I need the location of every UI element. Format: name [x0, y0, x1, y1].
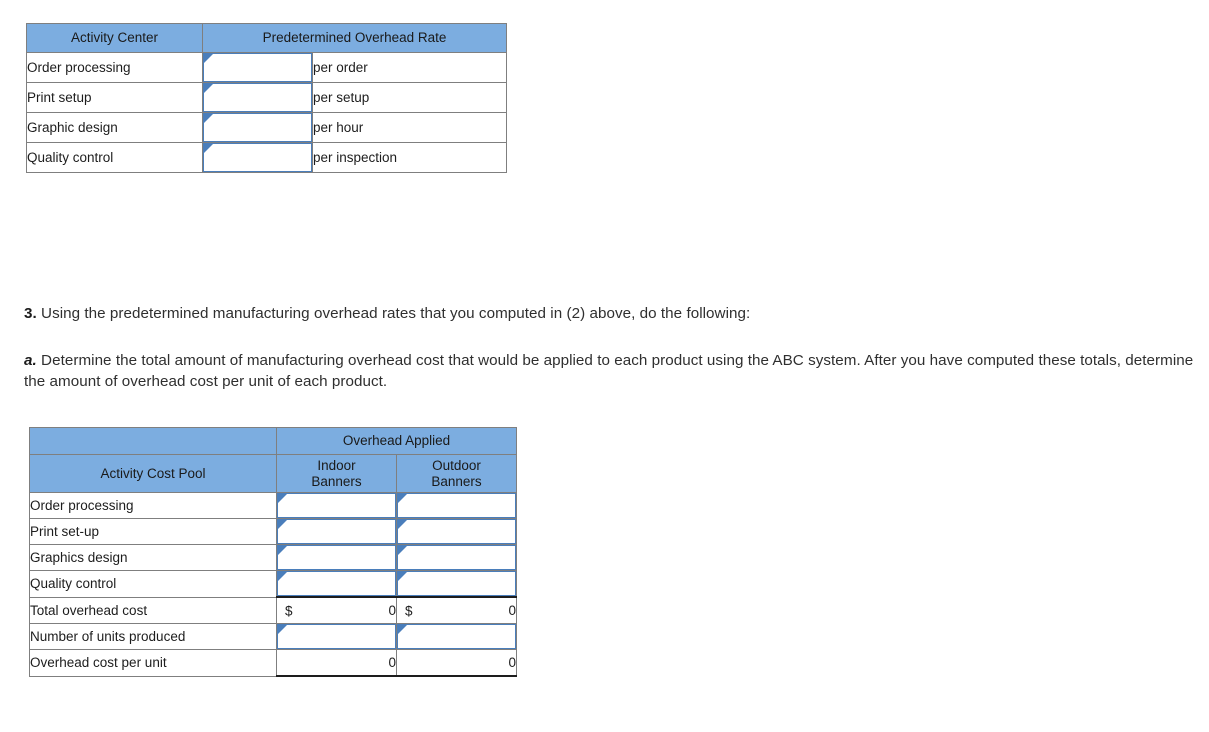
table-header-row: Activity Cost Pool Indoor Banners Outdoo… [29, 454, 518, 493]
table-row: Quality control per inspection [26, 142, 508, 173]
table-row: Print set-up [29, 518, 518, 545]
header-corner-blank [29, 427, 277, 455]
question-a-text: Determine the total amount of manufactur… [24, 352, 1194, 390]
outdoor-input-cell-order-processing[interactable] [395, 492, 518, 519]
header-outdoor-banners: Outdoor Banners [395, 454, 518, 493]
table-row-total: Total overhead cost $0 $0 [29, 596, 518, 624]
rate-unit-label: per order [311, 52, 508, 83]
header-outdoor-line2: Banners [431, 473, 482, 489]
activity-center-label: Quality control [26, 142, 203, 173]
outdoor-input-cell-print-set-up[interactable] [395, 518, 518, 545]
rate-input-order-processing[interactable] [203, 53, 312, 82]
header-activity-cost-pool: Activity Cost Pool [29, 454, 277, 493]
question-a-paragraph: a. Determine the total amount of manufac… [24, 350, 1204, 392]
header-indoor-line1: Indoor [317, 458, 356, 474]
total-overhead-cost-label: Total overhead cost [29, 596, 277, 624]
table-row: Print setup per setup [26, 82, 508, 113]
indoor-overhead-cost-per-unit: 0 [276, 649, 397, 677]
outdoor-input-cell-units-produced[interactable] [395, 623, 518, 650]
indoor-input-units-produced[interactable] [277, 624, 396, 649]
outdoor-input-units-produced[interactable] [397, 624, 517, 649]
indoor-input-order-processing[interactable] [277, 493, 396, 518]
indoor-input-cell-quality-control[interactable] [276, 570, 397, 598]
table-row: Order processing per order [26, 52, 508, 83]
rate-input-cell-print-setup[interactable] [202, 82, 313, 113]
rate-unit-label: per inspection [311, 142, 508, 173]
rate-input-cell-graphic-design[interactable] [202, 112, 313, 143]
table-row: Number of units produced [29, 623, 518, 650]
cost-pool-label: Order processing [29, 492, 277, 519]
outdoor-input-cell-graphics-design[interactable] [395, 544, 518, 571]
indoor-input-cell-order-processing[interactable] [276, 492, 397, 519]
rate-input-cell-quality-control[interactable] [202, 142, 313, 173]
indoor-total-value: 0 [388, 603, 396, 618]
header-predetermined-overhead-rate: Predetermined Overhead Rate [201, 23, 508, 53]
outdoor-total-overhead-cost: $0 [395, 596, 518, 624]
question-3-paragraph: 3. Using the predetermined manufacturing… [24, 303, 1204, 324]
cost-pool-label: Graphics design [29, 544, 277, 571]
header-overhead-applied: Overhead Applied [275, 427, 518, 455]
outdoor-input-order-processing[interactable] [397, 493, 517, 518]
units-produced-label: Number of units produced [29, 623, 277, 650]
indoor-input-cell-graphics-design[interactable] [276, 544, 397, 571]
rate-unit-label: per setup [311, 82, 508, 113]
header-outdoor-line1: Outdoor [432, 458, 481, 474]
indoor-input-cell-units-produced[interactable] [276, 623, 397, 650]
rate-input-quality-control[interactable] [203, 143, 312, 172]
outdoor-total-value: 0 [508, 603, 517, 618]
indoor-input-print-set-up[interactable] [277, 519, 396, 544]
outdoor-input-cell-quality-control[interactable] [395, 570, 518, 598]
outdoor-overhead-cost-per-unit: 0 [395, 649, 518, 677]
table-row: Order processing [29, 492, 518, 519]
header-indoor-banners: Indoor Banners [276, 454, 397, 493]
question-3-text: Using the predetermined manufacturing ov… [36, 305, 751, 322]
indoor-input-cell-print-set-up[interactable] [276, 518, 397, 545]
question-a-marker: a. [24, 352, 37, 369]
question-3-marker: 3. [24, 305, 37, 322]
table-row: Graphics design [29, 544, 518, 571]
header-indoor-line2: Banners [311, 473, 362, 489]
indoor-input-quality-control[interactable] [277, 571, 396, 596]
activity-center-label: Print setup [26, 82, 203, 113]
table-row-result: Overhead cost per unit 0 0 [29, 649, 518, 677]
cost-pool-label: Print set-up [29, 518, 277, 545]
rate-input-cell-order-processing[interactable] [202, 52, 313, 83]
indoor-total-overhead-cost: $0 [276, 596, 397, 624]
activity-center-label: Order processing [26, 52, 203, 83]
indoor-input-graphics-design[interactable] [277, 545, 396, 570]
table-row: Graphic design per hour [26, 112, 508, 143]
header-activity-center: Activity Center [26, 23, 203, 53]
outdoor-input-graphics-design[interactable] [397, 545, 517, 570]
currency-symbol: $ [285, 603, 293, 618]
rate-unit-label: per hour [311, 112, 508, 143]
activity-center-label: Graphic design [26, 112, 203, 143]
outdoor-input-print-set-up[interactable] [397, 519, 517, 544]
currency-symbol: $ [405, 603, 413, 618]
overhead-cost-per-unit-label: Overhead cost per unit [29, 649, 277, 677]
predetermined-overhead-rate-table: Activity Center Predetermined Overhead R… [26, 23, 508, 173]
table-group-header-row: Overhead Applied [29, 427, 518, 455]
table-row: Quality control [29, 570, 518, 598]
cost-pool-label: Quality control [29, 570, 277, 598]
rate-input-graphic-design[interactable] [203, 113, 312, 142]
table-header-row: Activity Center Predetermined Overhead R… [26, 23, 508, 53]
rate-input-print-setup[interactable] [203, 83, 312, 112]
outdoor-input-quality-control[interactable] [397, 571, 517, 596]
overhead-applied-table: Overhead Applied Activity Cost Pool Indo… [29, 427, 518, 677]
